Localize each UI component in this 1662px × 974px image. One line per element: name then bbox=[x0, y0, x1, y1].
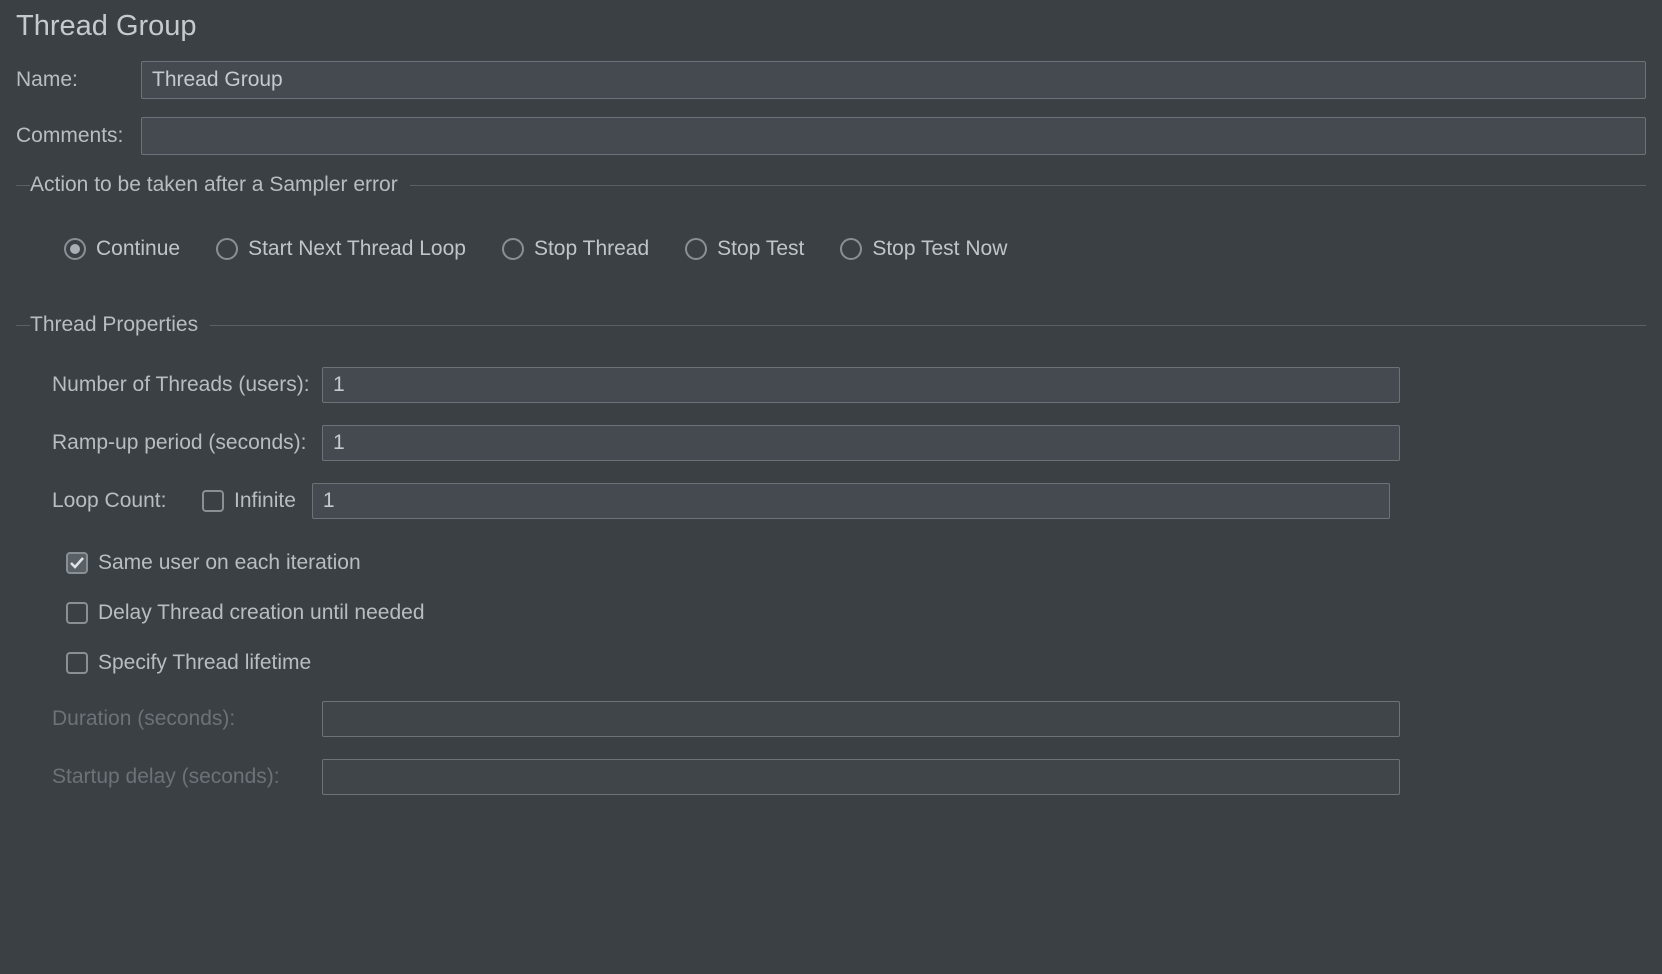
thread-properties-legend: Thread Properties bbox=[30, 313, 210, 337]
radio-label: Start Next Thread Loop bbox=[248, 237, 466, 261]
thread-properties-content: Number of Threads (users): Ramp-up perio… bbox=[16, 337, 1646, 795]
ramp-up-row: Ramp-up period (seconds): bbox=[52, 425, 1646, 461]
comments-row: Comments: bbox=[16, 117, 1646, 155]
same-user-checkbox-item[interactable]: Same user on each iteration bbox=[66, 551, 1646, 575]
thread-properties-fieldset: Thread Properties Number of Threads (use… bbox=[16, 313, 1646, 817]
specify-lifetime-label: Specify Thread lifetime bbox=[98, 651, 311, 675]
comments-label: Comments: bbox=[16, 124, 141, 148]
delay-thread-checkbox-item[interactable]: Delay Thread creation until needed bbox=[66, 601, 1646, 625]
radio-label: Continue bbox=[96, 237, 180, 261]
radio-continue[interactable]: Continue bbox=[64, 237, 180, 261]
ramp-up-label: Ramp-up period (seconds): bbox=[52, 431, 322, 455]
loop-count-label: Loop Count: bbox=[52, 489, 202, 513]
error-action-radio-group: Continue Start Next Thread Loop Stop Thr… bbox=[16, 197, 1646, 289]
duration-label: Duration (seconds): bbox=[52, 707, 322, 731]
radio-start-next-loop[interactable]: Start Next Thread Loop bbox=[216, 237, 466, 261]
name-row: Name: bbox=[16, 61, 1646, 99]
num-threads-row: Number of Threads (users): bbox=[52, 367, 1646, 403]
infinite-checkbox-wrap[interactable]: Infinite bbox=[202, 489, 296, 513]
delay-thread-checkbox bbox=[66, 602, 88, 624]
delay-thread-label: Delay Thread creation until needed bbox=[98, 601, 425, 625]
radio-label: Stop Thread bbox=[534, 237, 649, 261]
error-action-legend: Action to be taken after a Sampler error bbox=[30, 173, 410, 197]
radio-icon bbox=[64, 238, 86, 260]
name-label: Name: bbox=[16, 68, 141, 92]
startup-delay-row: Startup delay (seconds): bbox=[52, 759, 1646, 795]
error-action-fieldset: Action to be taken after a Sampler error… bbox=[16, 173, 1646, 289]
name-input[interactable] bbox=[141, 61, 1646, 99]
radio-icon bbox=[840, 238, 862, 260]
startup-delay-label: Startup delay (seconds): bbox=[52, 765, 322, 789]
specify-lifetime-checkbox-item[interactable]: Specify Thread lifetime bbox=[66, 651, 1646, 675]
duration-input bbox=[322, 701, 1400, 737]
radio-stop-test-now[interactable]: Stop Test Now bbox=[840, 237, 1007, 261]
same-user-label: Same user on each iteration bbox=[98, 551, 361, 575]
loop-count-input[interactable] bbox=[312, 483, 1390, 519]
radio-label: Stop Test bbox=[717, 237, 804, 261]
radio-icon bbox=[216, 238, 238, 260]
num-threads-label: Number of Threads (users): bbox=[52, 373, 322, 397]
panel-title: Thread Group bbox=[16, 10, 1646, 43]
same-user-checkbox bbox=[66, 552, 88, 574]
infinite-label: Infinite bbox=[234, 489, 296, 513]
infinite-checkbox bbox=[202, 490, 224, 512]
radio-stop-test[interactable]: Stop Test bbox=[685, 237, 804, 261]
startup-delay-input bbox=[322, 759, 1400, 795]
radio-stop-thread[interactable]: Stop Thread bbox=[502, 237, 649, 261]
specify-lifetime-checkbox bbox=[66, 652, 88, 674]
duration-row: Duration (seconds): bbox=[52, 701, 1646, 737]
num-threads-input[interactable] bbox=[322, 367, 1400, 403]
loop-count-row: Loop Count: Infinite bbox=[52, 483, 1646, 519]
radio-icon bbox=[502, 238, 524, 260]
comments-input[interactable] bbox=[141, 117, 1646, 155]
ramp-up-input[interactable] bbox=[322, 425, 1400, 461]
radio-icon bbox=[685, 238, 707, 260]
radio-label: Stop Test Now bbox=[872, 237, 1007, 261]
check-icon bbox=[69, 555, 85, 571]
